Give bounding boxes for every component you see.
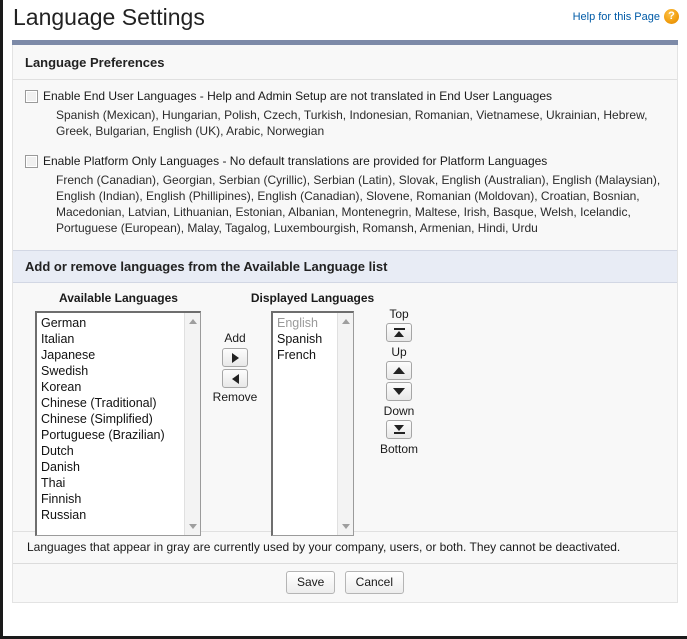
remove-label: Remove [212, 390, 258, 404]
move-down-button[interactable] [386, 382, 412, 401]
available-language-item[interactable]: Chinese (Traditional) [41, 395, 184, 411]
question-mark-icon[interactable]: ? [664, 9, 679, 24]
add-label: Add [224, 331, 246, 345]
arrow-right-icon [231, 352, 239, 363]
available-language-item[interactable]: Portuguese (Brazilian) [41, 427, 184, 443]
displayed-languages-items[interactable]: English Spanish French [273, 313, 337, 535]
available-language-item[interactable]: Korean [41, 379, 184, 395]
cancel-button[interactable]: Cancel [344, 571, 405, 594]
scroll-up-icon[interactable] [185, 314, 200, 329]
language-settings-page: Language Settings Help for this Page ? L… [0, 0, 687, 639]
displayed-language-item: English [277, 316, 318, 330]
form-actions: Save Cancel [13, 563, 677, 602]
move-down-icon [393, 388, 405, 395]
top-bar-line [393, 328, 405, 330]
available-language-item[interactable]: Chinese (Simplified) [41, 411, 184, 427]
available-language-item[interactable]: Swedish [41, 363, 184, 379]
save-button[interactable]: Save [285, 571, 336, 594]
enable-end-user-languages-checkbox[interactable] [25, 90, 38, 103]
move-to-bottom-icon [394, 425, 404, 431]
bottom-bar-line [393, 432, 405, 434]
end-user-languages-block: Enable End User Languages - Help and Adm… [13, 80, 677, 146]
platform-only-languages-row: Enable Platform Only Languages - No defa… [25, 154, 665, 169]
add-remove-languages-heading: Add or remove languages from the Availab… [13, 250, 677, 283]
language-transfer-widget: Available Languages Displayed Languages … [13, 283, 677, 536]
enable-end-user-languages-label: Enable End User Languages - Help and Adm… [43, 89, 553, 103]
platform-only-languages-list: French (Canadian), Georgian, Serbian (Cy… [56, 173, 661, 235]
available-language-item[interactable]: German [41, 315, 184, 331]
move-to-top-button[interactable] [386, 323, 412, 342]
displayed-language-item[interactable]: French [277, 347, 337, 363]
down-label: Down [383, 404, 415, 418]
available-language-item[interactable]: Thai [41, 475, 184, 491]
available-language-item[interactable]: Japanese [41, 347, 184, 363]
remove-button[interactable] [222, 369, 248, 388]
available-languages-listbox[interactable]: German Italian Japanese Swedish Korean Chines… [35, 311, 201, 536]
help-for-this-page[interactable]: Help for this Page ? [573, 9, 679, 24]
bottom-label: Bottom [379, 442, 418, 456]
top-label: Top [389, 307, 409, 321]
end-user-languages-row: Enable End User Languages - Help and Adm… [25, 89, 665, 104]
transfer-buttons-column: Add Remove [203, 331, 267, 405]
page-header: Language Settings Help for this Page ? [3, 0, 687, 40]
end-user-languages-list: Spanish (Mexican), Hungarian, Polish, Cz… [56, 108, 648, 138]
available-languages-scrollbar[interactable] [184, 313, 200, 535]
enable-platform-only-languages-checkbox[interactable] [25, 155, 38, 168]
available-languages-items[interactable]: German Italian Japanese Swedish Korean Chines… [37, 313, 184, 535]
page-title: Language Settings [13, 4, 205, 30]
available-language-item[interactable]: Dutch [41, 443, 184, 459]
displayed-language-item[interactable]: Spanish [277, 331, 337, 347]
scroll-down-icon[interactable] [185, 519, 200, 534]
scroll-down-icon[interactable] [338, 519, 353, 534]
reorder-buttons-column: Top Up Down Bottom [368, 306, 430, 457]
displayed-languages-listbox[interactable]: English Spanish French [271, 311, 354, 536]
available-language-item[interactable]: Finnish [41, 491, 184, 507]
displayed-languages-heading: Displayed Languages [250, 291, 375, 305]
available-language-item[interactable]: Danish [41, 459, 184, 475]
enable-platform-only-languages-label: Enable Platform Only Languages - No defa… [43, 154, 548, 168]
move-to-bottom-button[interactable] [386, 420, 412, 439]
available-language-item[interactable]: Italian [41, 331, 184, 347]
move-up-icon [393, 367, 405, 374]
available-language-item[interactable]: Russian [41, 507, 184, 523]
platform-only-languages-block: Enable Platform Only Languages - No defa… [13, 146, 677, 250]
available-languages-heading: Available Languages [59, 291, 178, 305]
up-label: Up [391, 345, 407, 359]
language-preferences-heading: Language Preferences [13, 45, 677, 80]
help-link[interactable]: Help for this Page [573, 11, 660, 23]
settings-panel: Language Preferences Enable End User Lan… [12, 45, 678, 603]
add-button[interactable] [222, 348, 248, 367]
arrow-left-icon [231, 373, 239, 384]
displayed-languages-scrollbar[interactable] [337, 313, 353, 535]
scroll-up-icon[interactable] [338, 314, 353, 329]
move-to-top-icon [394, 331, 404, 337]
move-up-button[interactable] [386, 361, 412, 380]
